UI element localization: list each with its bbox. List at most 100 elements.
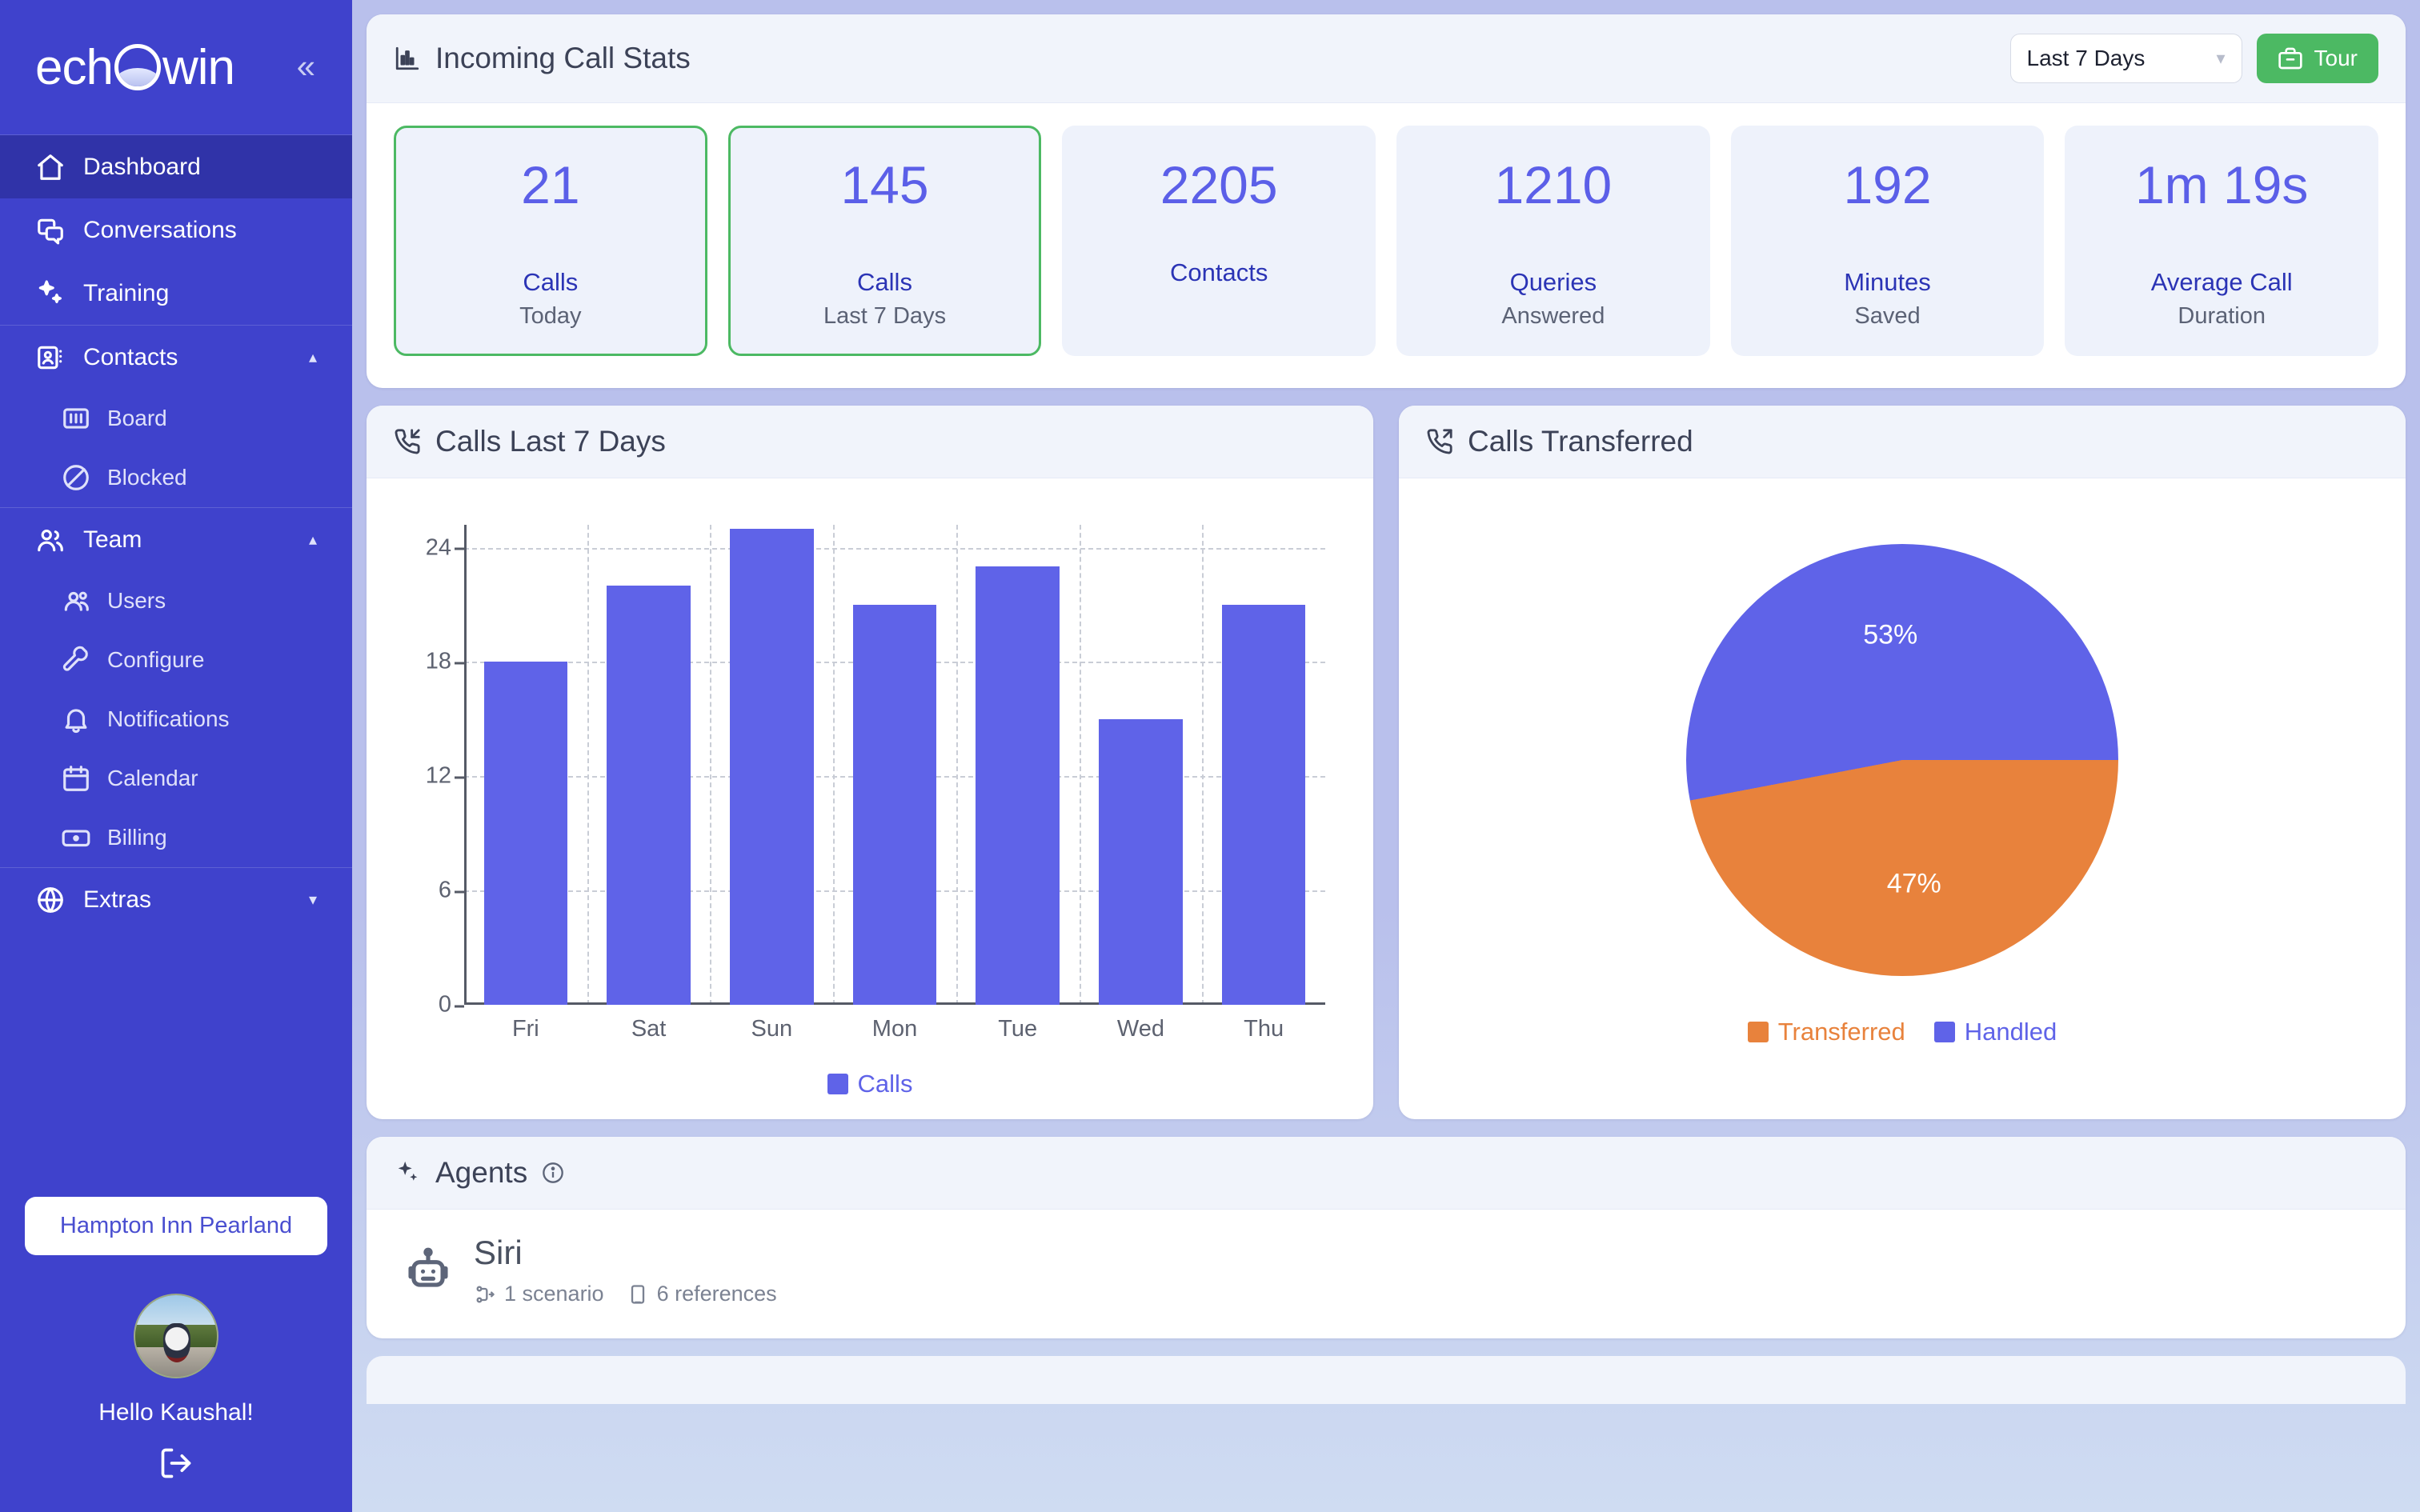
stat-card[interactable]: 1m 19s Average Call Duration <box>2065 126 2379 356</box>
tour-button-label: Tour <box>2314 46 2358 70</box>
stat-value: 145 <box>840 155 929 214</box>
x-axis-tick-label: Mon <box>871 1016 918 1042</box>
bar[interactable] <box>1099 718 1183 1005</box>
brand-row: ech win « <box>0 0 352 134</box>
stat-value: 192 <box>1843 155 1932 214</box>
sidebar-item-billing[interactable]: Billing <box>0 808 352 867</box>
sidebar-item-label: Training <box>83 279 170 306</box>
stat-label: Calls <box>523 268 579 296</box>
sidebar-item-configure[interactable]: Configure <box>0 630 352 690</box>
bar-column <box>710 525 833 1005</box>
x-axis-tick-label: Sat <box>631 1016 667 1042</box>
main-content: Incoming Call Stats Last 7 Days ▾ Tour 2… <box>352 0 2420 1512</box>
sidebar-item-label: Team <box>83 526 142 553</box>
greeting-text: Hello Kaushal! <box>98 1399 254 1426</box>
sidebar-item-training[interactable]: Training <box>0 262 352 325</box>
x-axis-tick-label: Tue <box>998 1016 1038 1042</box>
app-logo[interactable]: ech win <box>35 39 235 96</box>
robot-icon <box>403 1246 453 1295</box>
globe-icon <box>35 885 66 915</box>
legend-item[interactable]: Handled <box>1933 1017 2057 1046</box>
legend-label: Handled <box>1964 1017 2057 1046</box>
tour-button[interactable]: Tour <box>2256 34 2378 83</box>
sidebar-item-calendar[interactable]: Calendar <box>0 749 352 808</box>
stat-sublabel: Last 7 Days <box>823 303 947 329</box>
incoming-call-stats-card: Incoming Call Stats Last 7 Days ▾ Tour 2… <box>367 14 2406 388</box>
bar[interactable] <box>730 528 814 1005</box>
agent-list-item[interactable]: Siri 1 scenario 6 references <box>367 1210 2406 1338</box>
stats-grid: 21 Calls Today 145 Calls Last 7 Days 2205 Conta… <box>367 103 2406 388</box>
pie-card-header: Calls Transferred <box>1399 406 2406 478</box>
sidebar-item-label: Billing <box>107 825 167 850</box>
stat-label: Queries <box>1509 268 1597 296</box>
bar-column <box>1202 525 1325 1005</box>
sidebar-item-users[interactable]: Users <box>0 571 352 630</box>
legend-item[interactable]: Transferred <box>1747 1018 1905 1046</box>
avatar[interactable] <box>134 1294 218 1378</box>
bar-chart-legend: Calls <box>387 1070 1352 1098</box>
sidebar-item-notifications[interactable]: Notifications <box>0 690 352 749</box>
avatar-rider <box>162 1322 191 1362</box>
date-range-select[interactable]: Last 7 Days ▾ <box>2009 34 2242 83</box>
stat-card[interactable]: 21 Calls Today <box>394 126 707 356</box>
bar-chart-x-axis: Fri Sat Sun Mon Tue Wed Thu <box>464 1016 1325 1042</box>
charts-row: Calls Last 7 Days 0 6 12 18 24 Fri Sat Sun Mon T… <box>367 406 2406 1119</box>
sidebar-item-contacts[interactable]: Contacts ▴ <box>0 326 352 389</box>
stat-value: 1210 <box>1494 155 1613 214</box>
sidebar-item-label: Board <box>107 406 167 430</box>
pie-slice-label: 53% <box>1863 619 1918 650</box>
sidebar-item-conversations[interactable]: Conversations <box>0 198 352 262</box>
phone-outgoing-icon <box>1426 428 1453 455</box>
legend-item[interactable]: Calls <box>827 1070 913 1098</box>
stat-sublabel: Today <box>519 303 582 329</box>
sidebar-item-label: Notifications <box>107 706 230 731</box>
org-switcher-button[interactable]: Hampton Inn Pearland <box>25 1197 327 1255</box>
sparkles-icon <box>35 278 66 309</box>
stat-card[interactable]: 2205 Contacts <box>1062 126 1376 356</box>
stat-sublabel: Saved <box>1854 303 1921 329</box>
sidebar-item-board[interactable]: Board <box>0 389 352 448</box>
info-circle-icon[interactable] <box>542 1162 564 1184</box>
calls-transferred-card: Calls Transferred 47% 53% Transferred Hand… <box>1399 406 2406 1119</box>
stat-card[interactable]: 145 Calls Last 7 Days <box>727 126 1042 356</box>
stat-value: 2205 <box>1160 155 1278 214</box>
sidebar-item-dashboard[interactable]: Dashboard <box>0 135 352 198</box>
chevrons-left-icon[interactable]: « <box>297 50 315 83</box>
bar[interactable] <box>852 605 937 1005</box>
bar-column <box>833 525 956 1005</box>
chevron-down-icon[interactable]: ▾ <box>309 890 317 910</box>
next-section-partial <box>367 1356 2406 1404</box>
logout-icon[interactable] <box>158 1446 194 1485</box>
sidebar: ech win « Dashboard Conversations Training… <box>0 0 352 1512</box>
sidebar-item-team[interactable]: Team ▴ <box>0 508 352 571</box>
bar[interactable] <box>1221 605 1306 1005</box>
y-axis-tick-label: 6 <box>438 877 465 903</box>
agent-meta: 1 scenario 6 references <box>474 1282 777 1306</box>
chevron-up-icon[interactable]: ▴ <box>309 347 317 367</box>
stats-card-header: Incoming Call Stats Last 7 Days ▾ Tour <box>367 14 2406 103</box>
stat-label: Contacts <box>1170 258 1268 286</box>
bar[interactable] <box>976 566 1060 1005</box>
sidebar-item-label: Dashboard <box>83 153 201 180</box>
bar[interactable] <box>483 662 568 1005</box>
board-icon <box>61 403 91 434</box>
stat-card[interactable]: 1210 Queries Answered <box>1396 126 1710 356</box>
agents-card-header: Agents <box>367 1137 2406 1210</box>
home-icon <box>35 152 66 182</box>
y-axis-tick-label: 18 <box>425 648 465 674</box>
sidebar-item-label: Contacts <box>83 343 178 370</box>
bar-chart-icon <box>394 45 421 72</box>
bar[interactable] <box>607 586 691 1005</box>
calls-last-7-days-card: Calls Last 7 Days 0 6 12 18 24 Fri Sat Sun Mon T… <box>367 406 1373 1119</box>
chevron-up-icon[interactable]: ▴ <box>309 530 317 550</box>
sidebar-item-blocked[interactable]: Blocked <box>0 448 352 507</box>
sidebar-item-extras[interactable]: Extras ▾ <box>0 868 352 931</box>
pie-slices[interactable]: 47% 53% <box>1686 543 2118 976</box>
stat-sublabel: Duration <box>2178 303 2266 329</box>
agent-name: Siri <box>474 1234 523 1271</box>
stat-card[interactable]: 192 Minutes Saved <box>1730 126 2045 356</box>
legend-label: Calls <box>857 1070 913 1098</box>
sidebar-item-label: Users <box>107 588 166 613</box>
page-title: Incoming Call Stats <box>435 42 691 74</box>
pie-slice-label: 47% <box>1886 868 1941 899</box>
